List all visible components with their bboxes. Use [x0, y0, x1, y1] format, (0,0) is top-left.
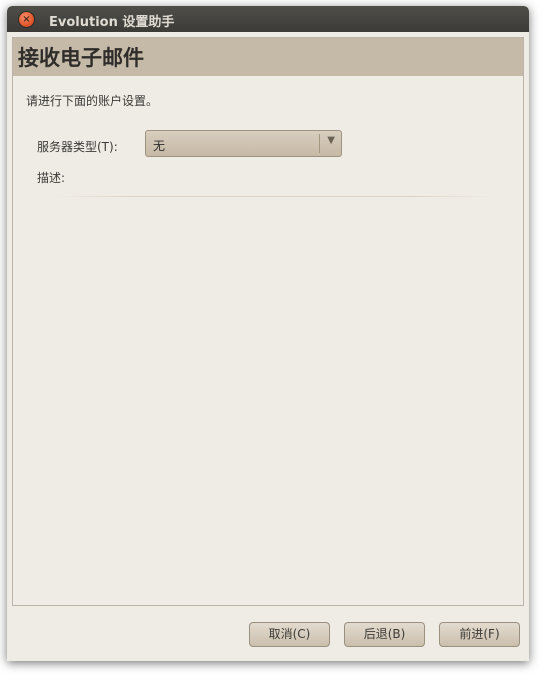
assistant-window: × Evolution 设置助手 接收电子邮件 请进行下面的账户设置。 服务器类… — [7, 6, 529, 661]
window-title: Evolution 设置助手 — [49, 15, 175, 30]
server-type-combo[interactable]: 无 ▼ — [145, 130, 342, 157]
server-type-label: 服务器类型(T): — [37, 140, 118, 154]
page-header: 接收电子邮件 — [13, 38, 523, 76]
content-frame: 接收电子邮件 请进行下面的账户设置。 服务器类型(T): 无 ▼ 描述: — [12, 37, 524, 606]
close-icon[interactable]: × — [19, 12, 34, 27]
page-title: 接收电子邮件 — [18, 46, 144, 70]
description-label: 描述: — [37, 171, 66, 185]
chevron-down-icon[interactable]: ▼ — [327, 135, 335, 146]
title-bar[interactable]: × Evolution 设置助手 — [7, 6, 529, 32]
cancel-button[interactable]: 取消(C) — [249, 622, 330, 647]
intro-text: 请进行下面的账户设置。 — [26, 94, 159, 108]
close-glyph: × — [22, 14, 31, 25]
description-separator — [53, 196, 495, 197]
forward-button[interactable]: 前进(F) — [439, 622, 520, 647]
back-button[interactable]: 后退(B) — [344, 622, 425, 647]
server-type-value: 无 — [153, 139, 166, 153]
combo-separator — [319, 134, 320, 153]
